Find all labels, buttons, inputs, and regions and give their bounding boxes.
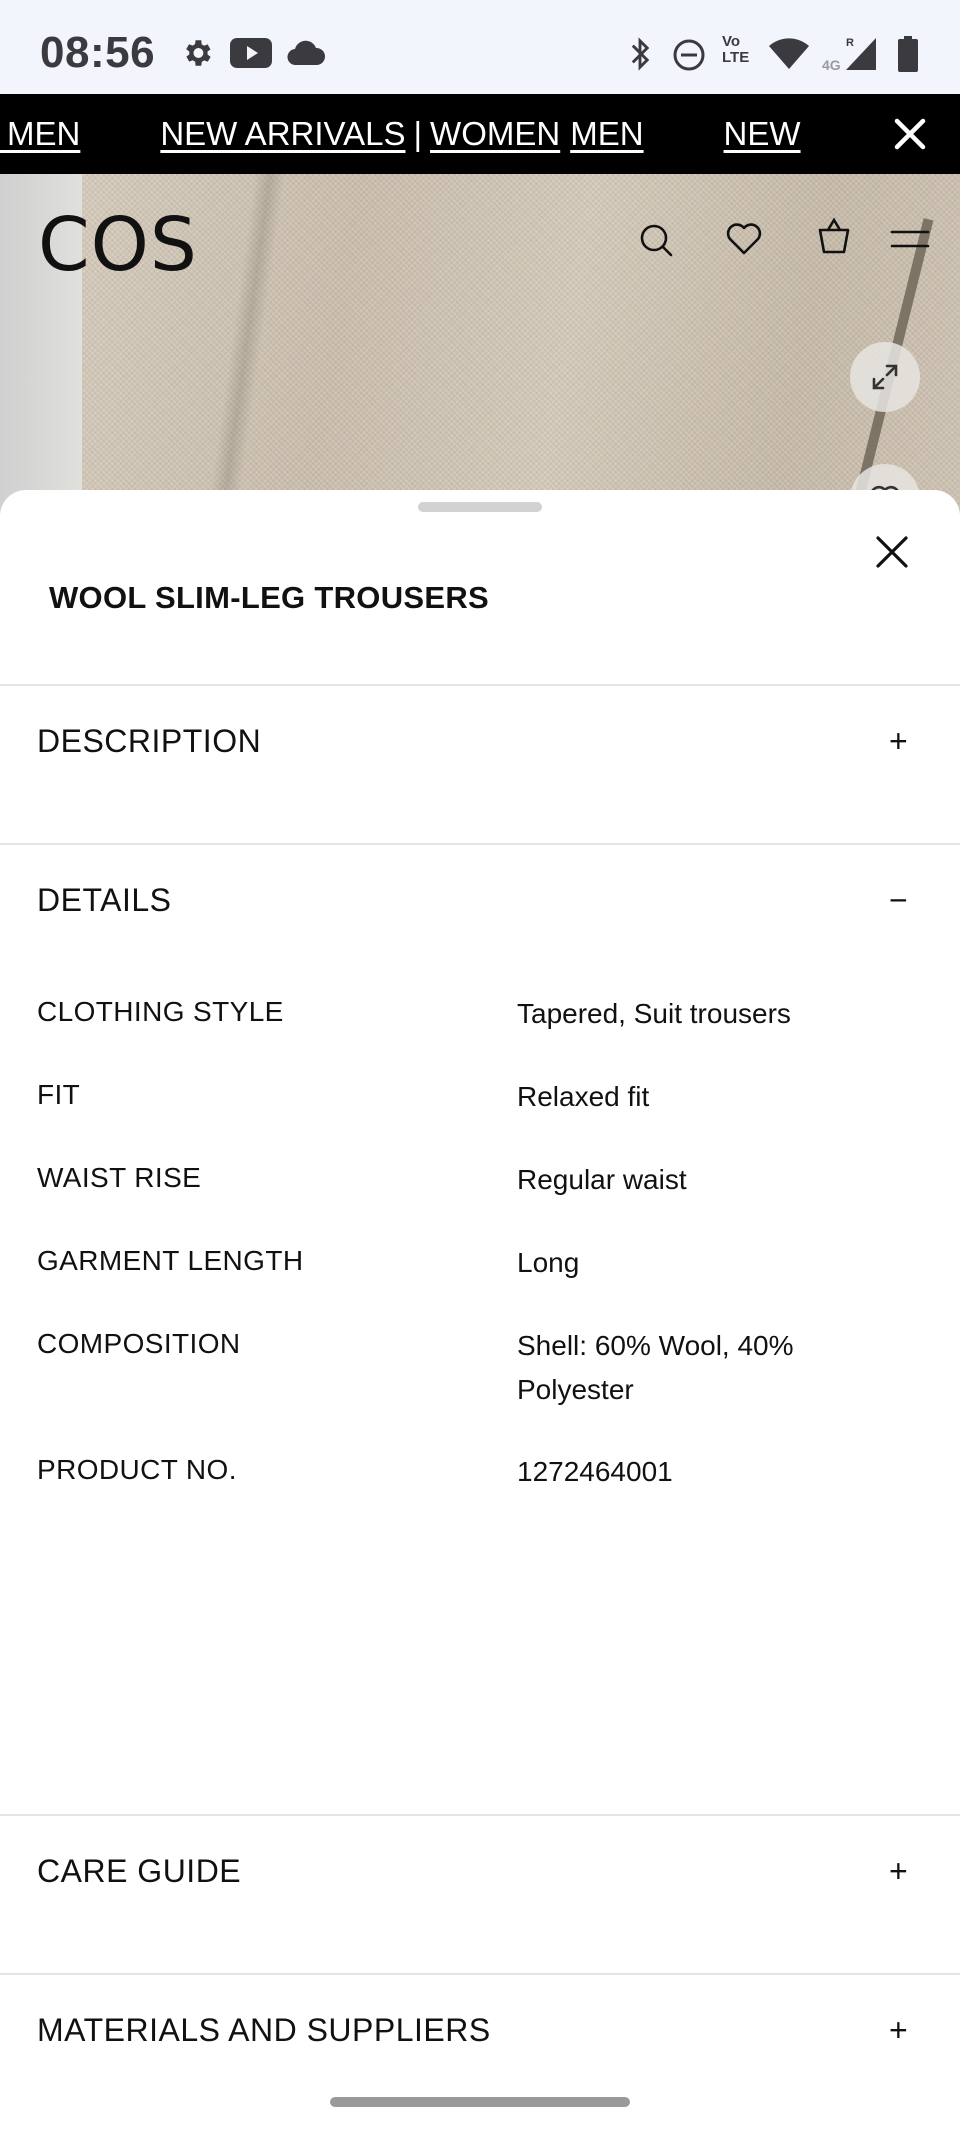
promo-banner: N MEN NEW ARRIVALS | WOMEN MEN NEW — [0, 94, 960, 174]
cloud-icon — [287, 40, 325, 66]
bluetooth-icon — [631, 37, 650, 71]
detail-value: Long — [517, 1247, 580, 1278]
details-label: DETAILS — [37, 882, 172, 918]
promo-link-men[interactable]: MEN — [570, 115, 643, 153]
menu-icon[interactable] — [890, 226, 930, 254]
youtube-icon — [230, 38, 272, 68]
detail-label: COMPOSITION — [37, 1328, 241, 1359]
product-info-sheet: WOOL SLIM-LEG TROUSERS DESCRIPTION + DET… — [0, 490, 960, 2133]
promo-separator: | — [413, 115, 423, 152]
gear-icon — [186, 40, 211, 66]
close-icon — [894, 118, 926, 150]
brand-logo[interactable]: COS — [38, 202, 198, 288]
close-sheet-button[interactable] — [872, 532, 912, 572]
sheet-drag-handle[interactable] — [418, 502, 542, 512]
promo-link-men-partial[interactable]: N MEN — [0, 115, 80, 153]
detail-label: CLOTHING STYLE — [37, 996, 284, 1027]
promo-link-women[interactable]: WOMEN — [430, 115, 560, 153]
wifi-icon — [769, 38, 809, 69]
care-guide-section-header[interactable]: CARE GUIDE + — [0, 1853, 960, 1953]
detail-value: Shell: 60% Wool, 40% Polyester — [517, 1330, 794, 1405]
promo-close-button[interactable] — [860, 94, 960, 174]
roaming-text: R — [846, 37, 854, 49]
promo-link-new-arrivals[interactable]: NEW ARRIVALS — [160, 115, 405, 153]
heart-icon[interactable] — [726, 222, 762, 256]
description-section-header[interactable]: DESCRIPTION + — [0, 723, 960, 823]
collapse-minus-icon: − — [889, 882, 908, 918]
detail-value: Tapered, Suit trousers — [517, 998, 791, 1029]
detail-label: GARMENT LENGTH — [37, 1245, 304, 1276]
care-guide-label: CARE GUIDE — [37, 1853, 242, 1889]
detail-label: PRODUCT NO. — [37, 1454, 237, 1485]
promo-track: N MEN NEW ARRIVALS | WOMEN MEN NEW — [0, 94, 801, 174]
battery-icon — [898, 36, 918, 72]
expand-image-button[interactable] — [850, 342, 920, 412]
promo-link-new-partial[interactable]: NEW — [724, 115, 801, 153]
divider — [0, 1973, 960, 1975]
bag-icon[interactable] — [816, 216, 852, 256]
detail-label: WAIST RISE — [37, 1162, 202, 1193]
description-label: DESCRIPTION — [37, 723, 262, 759]
details-section-header[interactable]: DETAILS − — [0, 882, 960, 982]
do-not-disturb-icon — [673, 39, 705, 71]
volte-icon: Vo LTE — [722, 34, 762, 66]
volte-text: Vo LTE — [722, 33, 750, 66]
detail-value: Regular waist — [517, 1164, 687, 1195]
expand-plus-icon: + — [889, 2012, 908, 2048]
divider — [0, 843, 960, 845]
divider — [0, 1814, 960, 1816]
cell-signal-icon: R 4G — [822, 37, 876, 73]
product-title: WOOL SLIM-LEG TROUSERS — [49, 580, 490, 615]
status-bar: 08:56 Vo LTE R 4G — [0, 0, 960, 94]
materials-label: MATERIALS AND SUPPLIERS — [37, 2012, 491, 2048]
expand-plus-icon: + — [889, 723, 908, 759]
network-type-text: 4G — [822, 57, 841, 73]
home-indicator[interactable] — [330, 2097, 630, 2107]
detail-value: 1272464001 — [517, 1456, 673, 1487]
detail-label: FIT — [37, 1079, 81, 1110]
status-time: 08:56 — [40, 28, 156, 77]
divider — [0, 684, 960, 686]
expand-icon — [872, 364, 898, 390]
detail-value: Relaxed fit — [517, 1081, 650, 1112]
product-image: COS — [0, 174, 960, 514]
expand-plus-icon: + — [889, 1853, 908, 1889]
search-icon[interactable] — [638, 222, 674, 258]
